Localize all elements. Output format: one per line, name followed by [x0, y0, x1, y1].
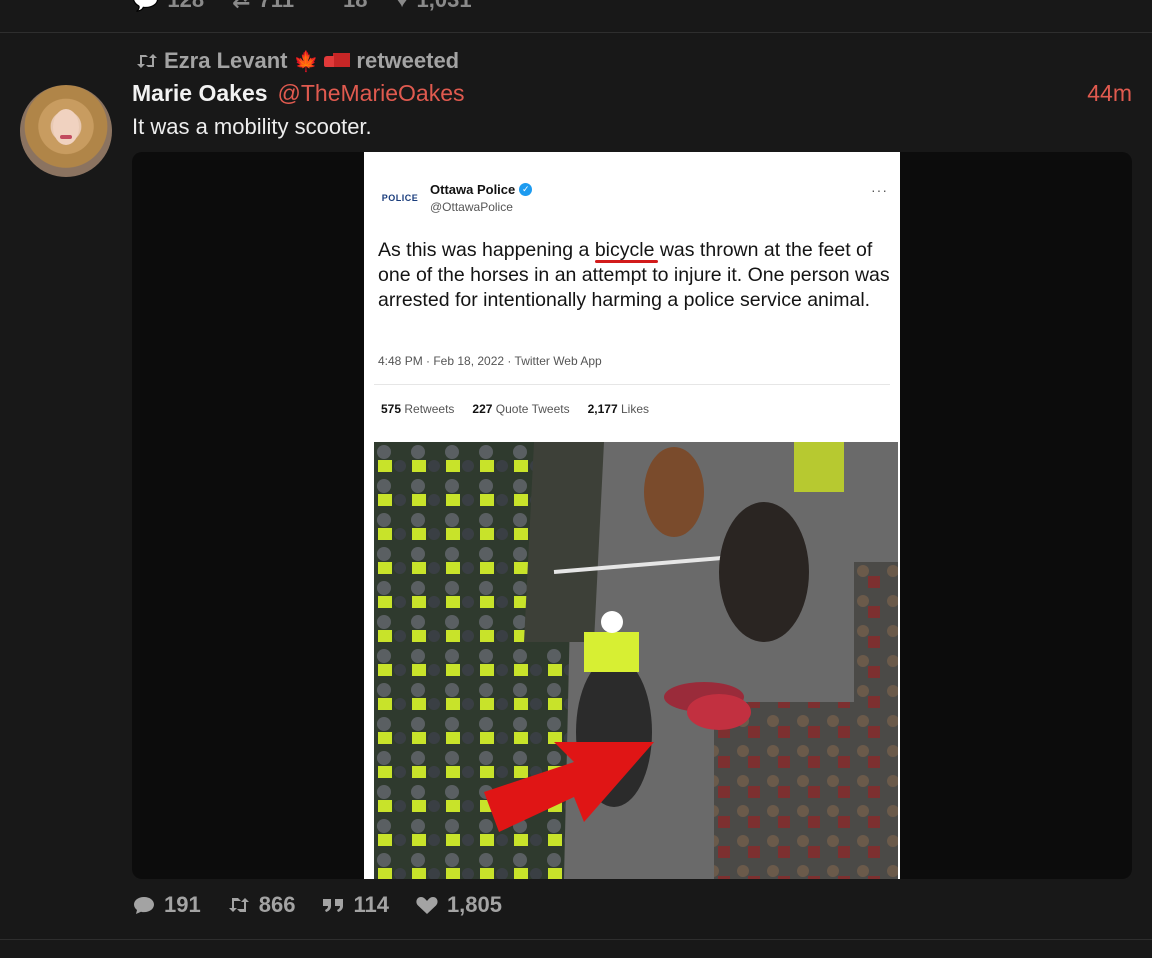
- embedded-name: Ottawa Police: [430, 182, 516, 197]
- embedded-name-row: Ottawa Police ✓: [430, 182, 533, 197]
- heart-icon: [416, 897, 438, 914]
- reply-count: 191: [164, 892, 201, 917]
- retweet-icon: [228, 898, 249, 912]
- embedded-tweet-screenshot: POLICE Ottawa Police ✓ @OttawaPolice ···…: [364, 152, 900, 879]
- more-icon: ···: [871, 182, 888, 198]
- tweet-media[interactable]: POLICE Ottawa Police ✓ @OttawaPolice ···…: [132, 152, 1132, 879]
- like-count: 1,805: [446, 892, 502, 917]
- retweeted-label: retweeted: [356, 48, 460, 73]
- police-logo: POLICE: [381, 193, 419, 203]
- retweeted-by[interactable]: Ezra Levant 🍁 retweeted: [136, 47, 459, 75]
- author-name[interactable]: Marie Oakes: [132, 80, 268, 107]
- tweet-text: It was a mobility scooter.: [132, 114, 372, 139]
- like-action[interactable]: 1,805: [415, 892, 502, 918]
- divider: [0, 32, 1152, 33]
- maple-leaf-icon: 🍁: [293, 50, 319, 73]
- author-handle[interactable]: @TheMarieOakes: [278, 80, 465, 107]
- reply-icon: [134, 897, 154, 914]
- verified-icon: ✓: [519, 183, 533, 196]
- truck-icon: [324, 53, 351, 69]
- reply-action[interactable]: 💬128: [132, 0, 204, 14]
- quote-count: 18: [343, 0, 367, 13]
- retweet-icon: [137, 54, 157, 68]
- retweeter-name: Ezra Levant: [164, 48, 288, 73]
- quote-action[interactable]: 114: [321, 892, 389, 918]
- timestamp[interactable]: 44m: [1087, 80, 1132, 107]
- embedded-meta: 4:48 PM · Feb 18, 2022 · Twitter Web App: [378, 354, 602, 368]
- embedded-handle: @OttawaPolice: [430, 200, 513, 214]
- highlighted-word: bicycle: [594, 239, 655, 261]
- divider: [374, 384, 890, 385]
- retweet-count: 866: [258, 892, 296, 917]
- like-action[interactable]: ♥1,031: [395, 0, 471, 14]
- embedded-text: As this was happening a bicycle was thro…: [378, 239, 890, 311]
- like-count: 1,031: [417, 0, 472, 13]
- embedded-header: POLICE Ottawa Police ✓ @OttawaPolice: [380, 182, 533, 214]
- previous-tweet-actions: 💬128 ⇄711 ❞18 ♥1,031: [132, 0, 472, 14]
- author-row: Marie Oakes @TheMarieOakes 44m: [132, 80, 1132, 110]
- tweet-actions: 191 866 114 1,805: [132, 892, 502, 918]
- embedded-stats: 575 Retweets 227 Quote Tweets 2,177 Like…: [381, 402, 649, 416]
- retweet-action[interactable]: ⇄711: [232, 0, 294, 14]
- retweet-count: 711: [259, 0, 295, 13]
- quote-count: 114: [353, 892, 389, 917]
- avatar[interactable]: [20, 85, 112, 177]
- quote-icon: [323, 899, 344, 912]
- reply-count: 128: [167, 0, 204, 13]
- retweet-action[interactable]: 866: [227, 892, 296, 918]
- divider: [0, 939, 1152, 940]
- crowd-photo: [374, 442, 898, 879]
- reply-action[interactable]: 191: [132, 892, 201, 918]
- quote-action[interactable]: ❞18: [322, 0, 367, 14]
